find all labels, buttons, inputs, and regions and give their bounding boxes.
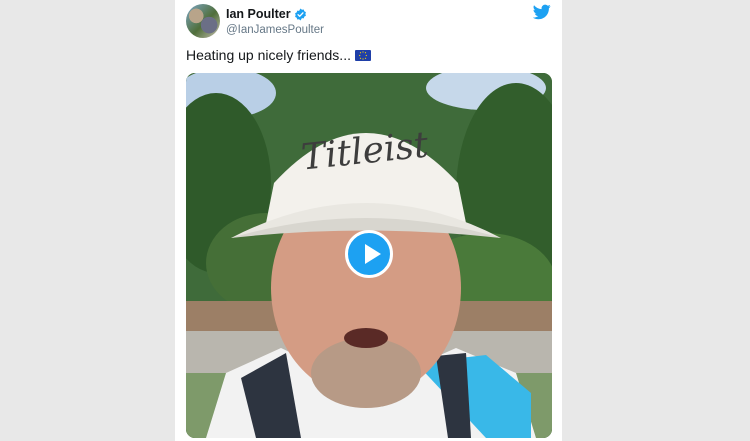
- play-button[interactable]: [345, 230, 393, 278]
- verified-badge-icon: [294, 8, 307, 21]
- video-player[interactable]: Titleist: [186, 73, 552, 438]
- play-icon: [365, 244, 381, 264]
- eu-flag-icon: [354, 49, 371, 61]
- avatar[interactable]: [186, 4, 220, 38]
- author-handle[interactable]: @IanJamesPoulter: [226, 23, 324, 37]
- author-display-name[interactable]: Ian Poulter: [226, 7, 291, 21]
- tweet-author: Ian Poulter @IanJamesPoulter: [226, 7, 324, 37]
- tweet-text-body: Heating up nicely friends...: [186, 47, 351, 63]
- tweet-card: Ian Poulter @IanJamesPoulter Heating up …: [175, 0, 562, 441]
- tweet-text: Heating up nicely friends...: [186, 46, 371, 64]
- author-name-row: Ian Poulter: [226, 7, 324, 21]
- twitter-bird-icon[interactable]: [532, 4, 551, 20]
